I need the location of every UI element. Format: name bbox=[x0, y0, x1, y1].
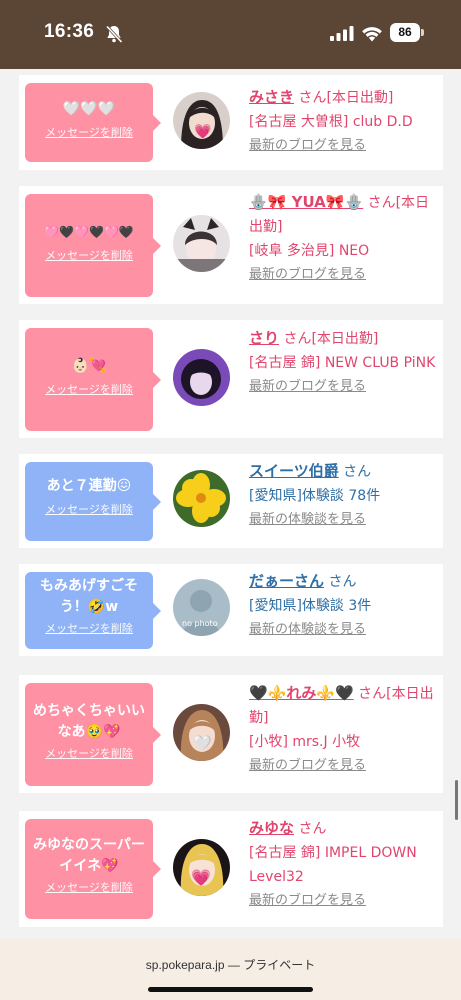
message-bubble: 👶🏻💘 メッセージを削除 bbox=[25, 328, 161, 431]
message-bubble: 🤍🤍🤍 メッセージを削除 bbox=[25, 83, 161, 162]
latest-report-link[interactable]: 最新の体験談を見る bbox=[249, 618, 439, 642]
sender-report-count[interactable]: [愛知県]体験談 78件 bbox=[249, 484, 439, 508]
message-bubble: 🩷🖤🩷🖤🩷🖤 メッセージを削除 bbox=[25, 194, 161, 297]
message-card: みゆなのスーパーイイネ💖 メッセージを削除 💗 みゆな さん [名古屋 錦] I… bbox=[19, 811, 443, 927]
message-card: めちゃくちゃいいなあ🥹💖 メッセージを削除 🤍 🖤⚜️れみ⚜️🖤 さん[本日出勤… bbox=[19, 675, 443, 793]
message-card: もみあげすごそう！🤣w メッセージを削除 no photo だぁーさん さん [… bbox=[19, 564, 443, 656]
sender-info: だぁーさん さん [愛知県]体験談 3件 最新の体験談を見る bbox=[249, 569, 439, 642]
avatar[interactable]: 💗 bbox=[173, 839, 230, 896]
svg-text:🤍: 🤍 bbox=[193, 734, 212, 752]
scrollbar-thumb[interactable] bbox=[455, 780, 458, 820]
sender-suffix: さん bbox=[328, 574, 357, 590]
latest-blog-link[interactable]: 最新のブログを見る bbox=[249, 754, 439, 778]
address-display[interactable]: sp.pokepara.jp — プライベート bbox=[0, 956, 461, 973]
private-mode-label: — プライベート bbox=[227, 958, 316, 972]
avatar[interactable]: no photo bbox=[173, 579, 230, 636]
delete-message-link[interactable]: メッセージを削除 bbox=[25, 501, 153, 517]
wifi-icon bbox=[362, 27, 382, 42]
sender-name-link[interactable]: スイーツ伯爵 bbox=[249, 462, 339, 480]
message-text: 🤍🤍🤍 bbox=[62, 101, 116, 117]
message-text: みゆなのスーパーイイネ💖 bbox=[33, 837, 145, 874]
latest-blog-link[interactable]: 最新のブログを見る bbox=[249, 263, 439, 287]
sender-name-link[interactable]: さり bbox=[249, 329, 279, 347]
sender-report-count[interactable]: [愛知県]体験談 3件 bbox=[249, 594, 439, 618]
svg-text:💗: 💗 bbox=[194, 123, 212, 140]
sender-info: 🖤⚜️れみ⚜️🖤 さん[本日出勤] [小牧] mrs.J 小牧 最新のブログを見… bbox=[249, 681, 439, 778]
latest-blog-link[interactable]: 最新のブログを見る bbox=[249, 375, 439, 399]
avatar[interactable]: 💗 bbox=[173, 92, 230, 149]
sender-shop[interactable]: [名古屋 錦] IMPEL DOWN Level32 bbox=[249, 841, 439, 889]
sender-shop[interactable]: [名古屋 大曽根] club D.D bbox=[249, 110, 439, 134]
sender-shop[interactable]: [岐阜 多治見] NEO bbox=[249, 239, 439, 263]
message-text: めちゃくちゃいいなあ🥹💖 bbox=[33, 703, 145, 740]
battery-tip bbox=[421, 29, 424, 36]
sender-info: スイーツ伯爵 さん [愛知県]体験談 78件 最新の体験談を見る bbox=[249, 459, 439, 532]
sender-shop[interactable]: [小牧] mrs.J 小牧 bbox=[249, 730, 439, 754]
latest-blog-link[interactable]: 最新のブログを見る bbox=[249, 889, 439, 913]
no-photo-label: no photo bbox=[182, 619, 218, 628]
delete-message-link[interactable]: メッセージを削除 bbox=[25, 124, 153, 140]
sender-info: さり さん[本日出勤] [名古屋 錦] NEW CLUB PiNK 最新のブログ… bbox=[249, 326, 439, 399]
battery-level: 86 bbox=[390, 23, 420, 42]
message-card: 🩷🖤🩷🖤🩷🖤 メッセージを削除 🪬🎀 YUA🎀🪬 さん[本日出勤] [岐阜 多治… bbox=[19, 186, 443, 304]
battery-indicator: 86 bbox=[390, 23, 424, 42]
sender-info: みゆな さん [名古屋 錦] IMPEL DOWN Level32 最新のブログ… bbox=[249, 816, 439, 913]
message-card: あと７連勤😖 メッセージを削除 スイーツ伯爵 さん [愛知県]体験談 78件 最… bbox=[19, 454, 443, 548]
sender-name-link[interactable]: 🖤⚜️れみ⚜️🖤 bbox=[249, 684, 354, 702]
delete-message-link[interactable]: メッセージを削除 bbox=[25, 745, 153, 761]
message-text: あと７連勤😖 bbox=[46, 478, 132, 494]
sender-suffix: さん bbox=[298, 821, 327, 837]
sender-name-link[interactable]: 🪬🎀 YUA🎀🪬 bbox=[249, 193, 363, 211]
avatar[interactable] bbox=[173, 470, 230, 527]
sender-suffix: さん bbox=[343, 464, 372, 480]
message-text: 👶🏻💘 bbox=[71, 358, 107, 374]
delete-message-link[interactable]: メッセージを削除 bbox=[25, 879, 153, 895]
home-indicator[interactable] bbox=[148, 987, 313, 992]
sender-suffix: さん[本日出勤] bbox=[283, 331, 379, 347]
message-text: もみあげすごそう！🤣w bbox=[40, 578, 138, 615]
message-bubble: あと７連勤😖 メッセージを削除 bbox=[25, 462, 161, 541]
message-bubble: めちゃくちゃいいなあ🥹💖 メッセージを削除 bbox=[25, 683, 161, 786]
delete-message-link[interactable]: メッセージを削除 bbox=[25, 620, 153, 636]
silent-bell-icon bbox=[105, 25, 123, 44]
delete-message-link[interactable]: メッセージを削除 bbox=[25, 381, 153, 397]
sender-name-link[interactable]: みさき bbox=[249, 88, 294, 106]
sender-name-link[interactable]: だぁーさん bbox=[249, 572, 324, 590]
sender-name-link[interactable]: みゆな bbox=[249, 819, 294, 837]
latest-report-link[interactable]: 最新の体験談を見る bbox=[249, 508, 439, 532]
message-bubble: もみあげすごそう！🤣w メッセージを削除 bbox=[25, 572, 161, 649]
site-domain: sp.pokepara.jp bbox=[145, 958, 225, 972]
sender-suffix: さん[本日出動] bbox=[298, 90, 394, 106]
delete-message-link[interactable]: メッセージを削除 bbox=[25, 247, 153, 263]
sender-info: みさき さん[本日出動] [名古屋 大曽根] club D.D 最新のブログを見… bbox=[249, 85, 439, 158]
status-time: 16:36 bbox=[44, 21, 95, 42]
status-bar: 16:36 86 bbox=[0, 0, 461, 69]
avatar[interactable] bbox=[173, 349, 230, 406]
avatar[interactable]: 🤍 bbox=[173, 704, 230, 761]
message-card: 🤍🤍🤍 メッセージを削除 💗 みさき さん[本日出動] [名古屋 大曽根] cl… bbox=[19, 75, 443, 170]
svg-text:💗: 💗 bbox=[191, 868, 211, 887]
avatar[interactable] bbox=[173, 215, 230, 272]
sender-info: 🪬🎀 YUA🎀🪬 さん[本日出勤] [岐阜 多治見] NEO 最新のブログを見る bbox=[249, 190, 439, 287]
message-text: 🩷🖤🩷🖤🩷🖤 bbox=[44, 225, 134, 239]
latest-blog-link[interactable]: 最新のブログを見る bbox=[249, 134, 439, 158]
message-bubble: みゆなのスーパーイイネ💖 メッセージを削除 bbox=[25, 819, 161, 919]
sender-shop[interactable]: [名古屋 錦] NEW CLUB PiNK bbox=[249, 351, 439, 375]
cellular-signal-icon bbox=[330, 26, 354, 41]
message-card: 👶🏻💘 メッセージを削除 さり さん[本日出勤] [名古屋 錦] NEW CLU… bbox=[19, 320, 443, 438]
